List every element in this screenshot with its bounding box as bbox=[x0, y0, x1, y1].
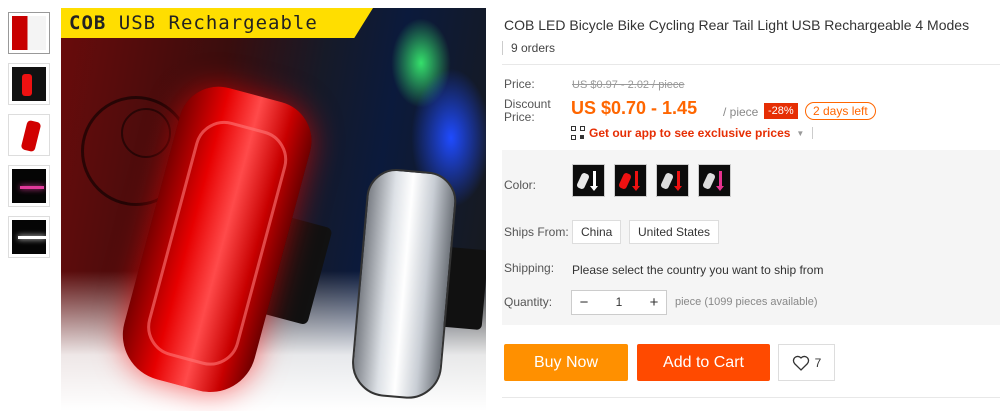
divider bbox=[812, 127, 814, 139]
image-banner: COB USB Rechargeable Tail LED bbox=[61, 8, 373, 38]
current-price: US $0.70 - 1.45 bbox=[571, 98, 698, 118]
app-promo-text: Get our app to see exclusive prices bbox=[589, 126, 791, 140]
product-title: COB LED Bicycle Bike Cycling Rear Tail L… bbox=[504, 17, 970, 33]
original-price: US $0.97 - 2.02 / piece bbox=[572, 79, 685, 91]
thumbnail-3[interactable] bbox=[8, 114, 50, 156]
ships-from-china[interactable]: China bbox=[572, 220, 622, 244]
thumbnail-image bbox=[12, 67, 46, 101]
thumbnail-1[interactable] bbox=[8, 12, 50, 54]
days-left-badge: 2 days left bbox=[805, 102, 876, 120]
wishlist-count: 7 bbox=[814, 355, 822, 370]
shipping-message: Please select the country you want to sh… bbox=[572, 263, 824, 277]
quantity-decrease-button[interactable]: − bbox=[572, 291, 596, 314]
color-swatch-red[interactable] bbox=[614, 164, 647, 197]
arrow-down-icon bbox=[632, 171, 640, 191]
divider bbox=[502, 397, 1000, 398]
discount-price-label-2: Price: bbox=[504, 110, 535, 124]
main-product-image[interactable]: COB USB Rechargeable Tail LED bbox=[61, 8, 486, 411]
quantity-increase-button[interactable]: + bbox=[642, 291, 666, 314]
shipping-label: Shipping: bbox=[504, 261, 555, 275]
bulb-icon bbox=[701, 172, 717, 190]
per-piece-unit: / piece bbox=[723, 105, 759, 119]
color-swatches bbox=[572, 164, 731, 197]
qr-code-icon bbox=[571, 126, 585, 140]
thumbnail-image bbox=[12, 16, 46, 50]
arrow-down-icon bbox=[716, 171, 724, 191]
thumbnail-image bbox=[12, 118, 46, 152]
arrow-down-icon bbox=[590, 171, 598, 191]
bulb-icon bbox=[575, 172, 591, 190]
heart-icon bbox=[792, 355, 809, 371]
bulb-icon bbox=[617, 172, 633, 190]
bicycle-hub bbox=[121, 108, 171, 158]
banner-cob: COB bbox=[69, 12, 107, 34]
color-swatch-white[interactable] bbox=[572, 164, 605, 197]
quantity-available: piece (1099 pieces available) bbox=[675, 296, 818, 308]
thumbnail-image bbox=[12, 220, 46, 254]
thumbnail-4[interactable] bbox=[8, 165, 50, 207]
app-promo[interactable]: Get our app to see exclusive prices ▼ bbox=[571, 125, 814, 141]
quantity-stepper: − 1 + bbox=[571, 290, 667, 315]
color-label: Color: bbox=[504, 178, 537, 192]
divider bbox=[502, 64, 1000, 65]
thumbnail-image bbox=[12, 169, 46, 203]
ships-from-united-states[interactable]: United States bbox=[629, 220, 720, 244]
color-swatch-white-red[interactable] bbox=[656, 164, 689, 197]
thumbnail-strip bbox=[8, 12, 52, 267]
price-label: Price: bbox=[504, 77, 535, 91]
discount-badge: -28% bbox=[764, 103, 798, 119]
color-swatch-white-pink[interactable] bbox=[698, 164, 731, 197]
arrow-down-icon bbox=[674, 171, 682, 191]
quantity-label: Quantity: bbox=[504, 295, 553, 309]
orders-count: 9 orders bbox=[511, 41, 556, 55]
product-info-panel: COB LED Bicycle Bike Cycling Rear Tail L… bbox=[487, 8, 1000, 411]
thumbnail-2[interactable] bbox=[8, 63, 50, 105]
buy-now-button[interactable]: Buy Now bbox=[504, 344, 628, 381]
divider bbox=[502, 41, 503, 55]
bulb-icon bbox=[659, 172, 675, 190]
orders-row: 9 orders bbox=[502, 37, 555, 59]
thumbnail-5[interactable] bbox=[8, 216, 50, 258]
add-to-cart-button[interactable]: Add to Cart bbox=[637, 344, 770, 381]
wishlist-button[interactable]: 7 bbox=[778, 344, 835, 381]
chevron-down-icon: ▼ bbox=[796, 128, 805, 138]
quantity-input[interactable]: 1 bbox=[596, 291, 642, 314]
ships-from-label: Ships From: bbox=[504, 225, 569, 239]
